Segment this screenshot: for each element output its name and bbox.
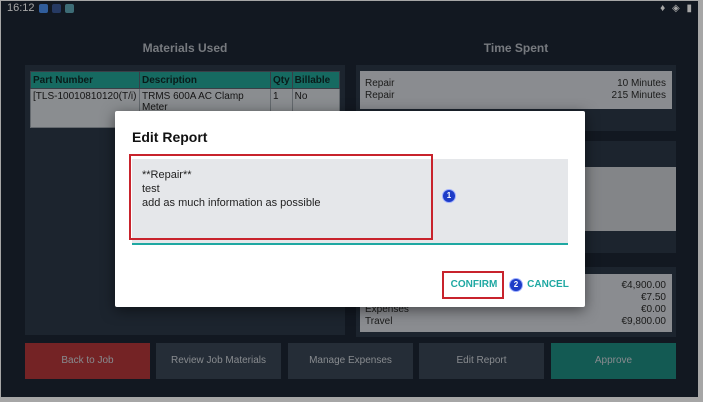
dialog-title: Edit Report	[132, 129, 208, 145]
step-marker-1: 1	[443, 190, 455, 202]
confirm-button[interactable]: CONFIRM	[445, 273, 503, 297]
step-marker-2: 2	[510, 279, 522, 291]
cancel-button[interactable]: CANCEL	[524, 273, 572, 297]
edit-report-dialog: Edit Report **Repair** test add as much …	[115, 111, 585, 307]
textarea-highlight	[129, 154, 433, 240]
